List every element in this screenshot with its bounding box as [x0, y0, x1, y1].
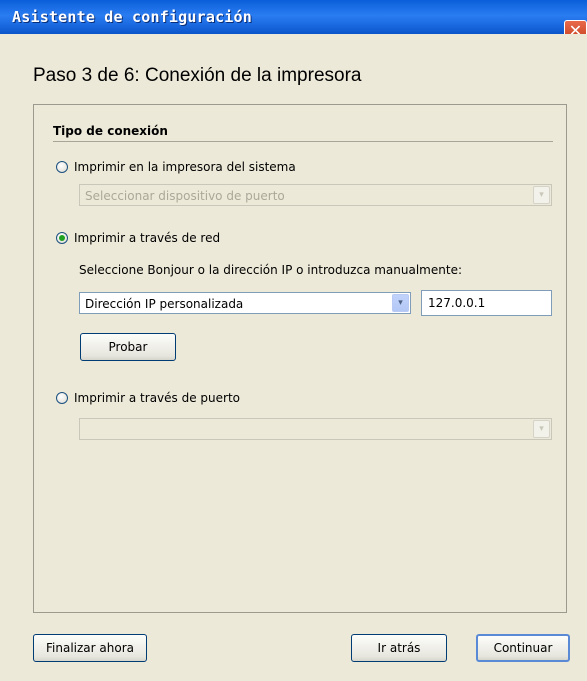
- radio-network-row[interactable]: Imprimir a través de red: [56, 231, 220, 245]
- ip-mode-select-text: Dirección IP personalizada: [85, 297, 244, 311]
- chevron-down-icon[interactable]: ▾: [392, 294, 409, 312]
- window-titlebar: Asistente de configuración: [0, 0, 587, 34]
- chevron-down-icon: ▾: [533, 186, 550, 204]
- ip-address-input[interactable]: 127.0.0.1: [421, 290, 552, 316]
- step-title: Paso 3 de 6: Conexión de la impresora: [33, 65, 362, 86]
- port-device-select: Seleccionar dispositivo de puerto ▾: [79, 184, 552, 206]
- port-device-select-text: Seleccionar dispositivo de puerto: [85, 189, 285, 203]
- group-divider: [53, 141, 553, 142]
- radio-port[interactable]: [56, 392, 68, 404]
- network-prompt: Seleccione Bonjour o la dirección IP o i…: [79, 263, 462, 277]
- radio-port-row[interactable]: Imprimir a través de puerto: [56, 391, 240, 405]
- test-button[interactable]: Probar: [80, 333, 176, 361]
- window-title: Asistente de configuración: [12, 8, 252, 26]
- radio-network-label: Imprimir a través de red: [74, 231, 221, 245]
- radio-system-printer[interactable]: [56, 161, 68, 173]
- finish-now-button[interactable]: Finalizar ahora: [33, 634, 147, 662]
- radio-system-printer-row[interactable]: Imprimir en la impresora del sistema: [56, 160, 296, 174]
- chevron-down-icon: ▾: [533, 420, 550, 438]
- continue-button[interactable]: Continuar: [476, 634, 570, 662]
- ip-mode-select[interactable]: Dirección IP personalizada ▾: [79, 292, 411, 314]
- radio-network[interactable]: [56, 232, 68, 244]
- connection-type-label: Tipo de conexión: [53, 124, 168, 138]
- back-button[interactable]: Ir atrás: [351, 634, 447, 662]
- radio-system-printer-label: Imprimir en la impresora del sistema: [74, 160, 296, 174]
- radio-port-label: Imprimir a través de puerto: [74, 391, 240, 405]
- port-select: ▾: [79, 418, 552, 440]
